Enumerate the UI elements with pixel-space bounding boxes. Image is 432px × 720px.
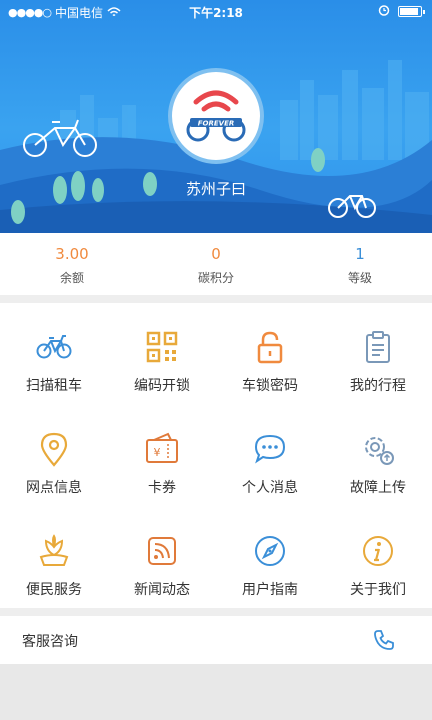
stat-carbon-points[interactable]: 0 碳积分: [156, 245, 276, 286]
clock-label: 下午2:18: [189, 6, 243, 20]
menu-label: 新闻动态: [134, 582, 190, 598]
svg-text:¥: ¥: [154, 446, 161, 459]
bicycle-icon: [36, 335, 72, 359]
qr-code-icon: [146, 331, 178, 363]
stat-level[interactable]: 1 等级: [300, 245, 420, 286]
menu-code-unlock[interactable]: 编码开锁: [108, 303, 216, 403]
menu-label: 车锁密码: [242, 378, 298, 394]
menu-scan-rent[interactable]: 扫描租车: [0, 303, 108, 403]
chat-bubble-icon: [254, 434, 286, 464]
flower-icon: [39, 534, 69, 566]
rss-icon: [148, 537, 176, 565]
menu-my-trips[interactable]: 我的行程: [324, 303, 432, 403]
menu-label: 便民服务: [26, 582, 82, 598]
clipboard-icon: [366, 331, 390, 363]
carbon-points-value: 0: [211, 245, 221, 263]
menu-label: 我的行程: [350, 378, 406, 394]
gear-upload-icon: [365, 437, 394, 465]
menu-label: 扫描租车: [26, 378, 82, 394]
svg-text:FOREVER: FOREVER: [198, 120, 235, 128]
menu-about-us[interactable]: 关于我们: [324, 507, 432, 607]
balance-label: 余额: [59, 271, 84, 285]
customer-service-label: 客服咨询: [22, 634, 78, 650]
lock-icon: [257, 331, 283, 364]
compass-icon: [255, 536, 285, 566]
menu-lock-password[interactable]: 车锁密码: [216, 303, 324, 403]
location-pin-icon: [40, 432, 68, 467]
level-value: 1: [355, 245, 365, 263]
menu-public-service[interactable]: 便民服务: [0, 507, 108, 607]
info-icon: [363, 536, 393, 566]
level-label: 等级: [347, 271, 372, 285]
stat-balance[interactable]: 3.00 余额: [12, 245, 132, 286]
status-bar: ●●●●○ 中国电信 下午2:18: [0, 0, 432, 22]
menu-news[interactable]: 新闻动态: [108, 507, 216, 607]
phone-icon[interactable]: [372, 628, 396, 652]
coupon-icon: ¥: [146, 432, 178, 463]
feature-grid: 扫描租车 编码开锁 车锁密码 我的行程 网点信息 ¥ 卡券 个人消息 故障上传 …: [0, 303, 432, 608]
menu-fault-report[interactable]: 故障上传: [324, 405, 432, 505]
menu-label: 用户指南: [242, 582, 298, 598]
menu-label: 个人消息: [242, 480, 298, 496]
balance-value: 3.00: [55, 245, 89, 263]
bottom-padding: [0, 664, 432, 720]
menu-label: 关于我们: [350, 582, 406, 598]
menu-user-guide[interactable]: 用户指南: [216, 507, 324, 607]
menu-station-info[interactable]: 网点信息: [0, 405, 108, 505]
account-stats: 3.00 余额 0 碳积分 1 等级: [0, 233, 432, 295]
app-logo[interactable]: FOREVER: [168, 68, 264, 164]
menu-coupons[interactable]: ¥ 卡券: [108, 405, 216, 505]
menu-label: 编码开锁: [134, 378, 190, 394]
customer-service-row[interactable]: 客服咨询: [0, 616, 432, 664]
menu-label: 故障上传: [350, 480, 406, 496]
bicycle-wifi-logo-icon: FOREVER: [186, 90, 246, 142]
menu-messages[interactable]: 个人消息: [216, 405, 324, 505]
carbon-points-label: 碳积分: [197, 271, 234, 285]
menu-label: 网点信息: [26, 480, 82, 496]
user-name: 苏州子曰: [185, 180, 246, 198]
alarm-icon: [378, 4, 390, 19]
menu-label: 卡券: [148, 480, 176, 496]
battery-icon: [398, 6, 425, 17]
